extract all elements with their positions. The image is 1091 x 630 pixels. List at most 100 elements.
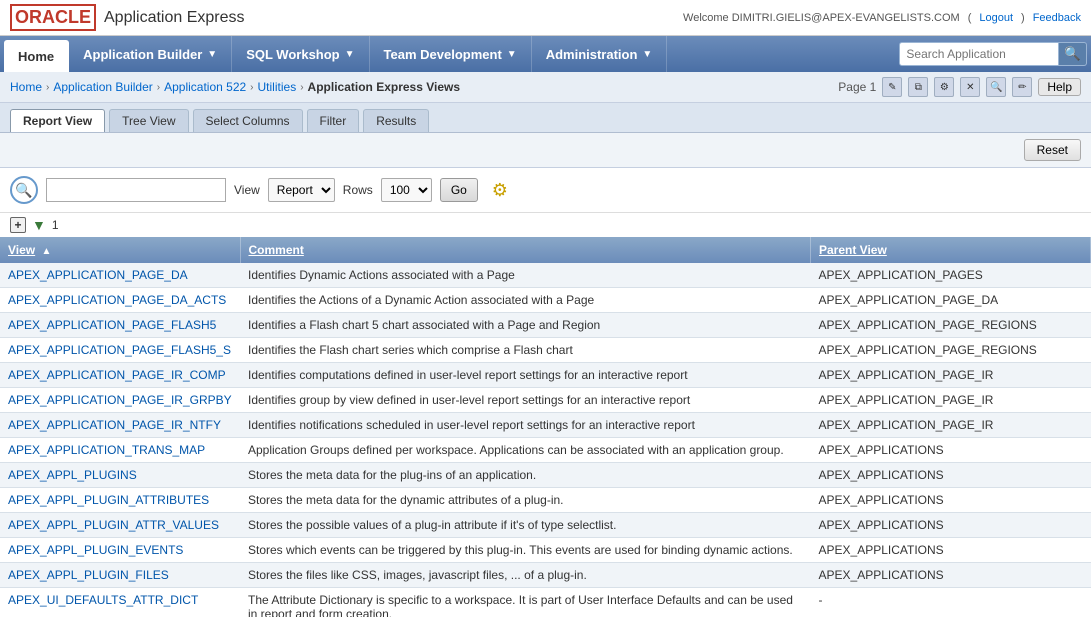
view-link[interactable]: APEX_APPLICATION_PAGE_IR_GRPBY xyxy=(8,393,232,407)
oracle-logo-text: ORACLE xyxy=(15,7,91,28)
breadcrumb-utilities[interactable]: Utilities xyxy=(258,80,297,94)
tab-filter[interactable]: Filter xyxy=(307,109,360,132)
cell-comment: Identifies notifications scheduled in us… xyxy=(240,413,811,438)
logout-link[interactable]: Logout xyxy=(979,12,1013,24)
cell-view: APEX_APPL_PLUGIN_ATTR_VALUES xyxy=(0,513,240,538)
cell-parent-view: APEX_APPLICATION_PAGE_IR xyxy=(811,363,1091,388)
col-header-comment[interactable]: Comment xyxy=(240,237,811,263)
tab-select-columns[interactable]: Select Columns xyxy=(193,109,303,132)
view-link[interactable]: APEX_APPL_PLUGIN_ATTR_VALUES xyxy=(8,518,219,532)
view-link[interactable]: APEX_APPLICATION_PAGE_FLASH5 xyxy=(8,318,216,332)
table-row: APEX_UI_DEFAULTS_ATTR_DICTThe Attribute … xyxy=(0,588,1091,618)
col-sort-comment[interactable]: Comment xyxy=(249,243,304,257)
search-box-wrapper: 🔍 xyxy=(899,36,1087,72)
table-row: APEX_APPLICATION_TRANS_MAPApplication Gr… xyxy=(0,438,1091,463)
rows-select[interactable]: 100 50 25 10 xyxy=(382,179,431,201)
paren-open: ( xyxy=(968,12,972,24)
view-link[interactable]: APEX_APPL_PLUGIN_EVENTS xyxy=(8,543,183,557)
settings-icon[interactable]: ⚙ xyxy=(934,77,954,97)
col-sort-view[interactable]: View xyxy=(8,243,35,257)
help-button[interactable]: Help xyxy=(1038,78,1081,96)
cell-parent-view: APEX_APPLICATIONS xyxy=(811,538,1091,563)
view-link[interactable]: APEX_APPLICATION_PAGE_DA_ACTS xyxy=(8,293,226,307)
gear-icon[interactable]: ⚙ xyxy=(486,176,514,204)
cell-view: APEX_APPL_PLUGIN_EVENTS xyxy=(0,538,240,563)
nav-app-builder[interactable]: Application Builder ▼ xyxy=(69,36,232,72)
nav-team-development[interactable]: Team Development ▼ xyxy=(370,36,532,72)
sort-arrow-icon: ▲ xyxy=(41,246,51,257)
copy-icon[interactable]: ⧉ xyxy=(908,77,928,97)
delete-icon[interactable]: ✕ xyxy=(960,77,980,97)
nav-sql-workshop[interactable]: SQL Workshop ▼ xyxy=(232,36,369,72)
breadcrumb-app-builder[interactable]: Application Builder xyxy=(53,80,152,94)
search-input[interactable] xyxy=(899,42,1059,66)
table-row: APEX_APPL_PLUGIN_ATTRIBUTES Stores the me… xyxy=(0,488,1091,513)
cell-view: APEX_APPLICATION_PAGE_IR_COMP xyxy=(0,363,240,388)
table-row: APEX_APPLICATION_PAGE_DA_ACTSIdentifies … xyxy=(0,288,1091,313)
reset-button[interactable]: Reset xyxy=(1024,139,1081,161)
view-select-wrapper[interactable]: Report Detail xyxy=(268,178,335,202)
cell-view: APEX_APPLICATION_PAGE_FLASH5 xyxy=(0,313,240,338)
breadcrumb-arrow-1: › xyxy=(46,82,49,93)
tab-results[interactable]: Results xyxy=(363,109,429,132)
filter-text-input[interactable] xyxy=(46,178,226,202)
edit-icon[interactable]: ✎ xyxy=(882,77,902,97)
app-express-title: Application Express xyxy=(104,9,245,27)
view-link[interactable]: APEX_UI_DEFAULTS_ATTR_DICT xyxy=(8,593,198,607)
view-link[interactable]: APEX_APPL_PLUGIN_FILES xyxy=(8,568,169,582)
view-link[interactable]: APEX_APPLICATION_PAGE_IR_NTFY xyxy=(8,418,221,432)
view-link[interactable]: APEX_APPLICATION_TRANS_MAP xyxy=(8,443,205,457)
cell-parent-view: APEX_APPLICATION_PAGE_REGIONS xyxy=(811,313,1091,338)
welcome-text: Welcome DIMITRI.GIELIS@APEX-EVANGELISTS.… xyxy=(683,12,960,24)
breadcrumb-right: Page 1 ✎ ⧉ ⚙ ✕ 🔍 ✏ Help xyxy=(838,77,1081,97)
view-link[interactable]: APEX_APPL_PLUGINS xyxy=(8,468,137,482)
cell-comment: Stores which events can be triggered by … xyxy=(240,538,811,563)
view-select[interactable]: Report Detail xyxy=(269,179,334,201)
view-link[interactable]: APEX_APPLICATION_PAGE_IR_COMP xyxy=(8,368,226,382)
tab-report-view[interactable]: Report View xyxy=(10,109,105,132)
table-row: APEX_APPLICATION_PAGE_FLASH5Identifies a… xyxy=(0,313,1091,338)
tab-tree-view[interactable]: Tree View xyxy=(109,109,188,132)
search-button[interactable]: 🔍 xyxy=(1059,42,1087,66)
view-link[interactable]: APEX_APPL_PLUGIN_ATTRIBUTES xyxy=(8,493,209,507)
table-body: APEX_APPLICATION_PAGE_DAIdentifies Dynam… xyxy=(0,263,1091,617)
nav-bar: Home Application Builder ▼ SQL Workshop … xyxy=(0,36,1091,72)
table-container: View ▲ Comment Parent View APEX_APPLICAT… xyxy=(0,237,1091,617)
app-builder-arrow-icon: ▼ xyxy=(207,49,217,60)
cell-comment: Stores the meta data for the dynamic att… xyxy=(240,488,811,513)
feedback-link[interactable]: Feedback xyxy=(1033,12,1081,24)
oracle-logo-box: ORACLE xyxy=(10,4,96,31)
view-link[interactable]: APEX_APPLICATION_PAGE_FLASH5_S xyxy=(8,343,231,357)
view-link[interactable]: APEX_APPLICATION_PAGE_DA xyxy=(8,268,188,282)
cell-parent-view: APEX_APPLICATIONS xyxy=(811,513,1091,538)
nav-administration[interactable]: Administration ▼ xyxy=(532,36,668,72)
col-sort-parent[interactable]: Parent View xyxy=(819,243,887,257)
search-circle-icon: 🔍 xyxy=(10,176,38,204)
nav-home[interactable]: Home xyxy=(4,40,69,72)
rows-select-wrapper[interactable]: 100 50 25 10 xyxy=(381,178,432,202)
cell-view: APEX_APPL_PLUGIN_FILES xyxy=(0,563,240,588)
cell-parent-view: APEX_APPLICATIONS xyxy=(811,438,1091,463)
breadcrumb: Home › Application Builder › Application… xyxy=(0,72,1091,103)
add-filter-button[interactable]: + xyxy=(10,217,26,233)
paren-close: ) xyxy=(1021,12,1025,24)
sql-workshop-arrow-icon: ▼ xyxy=(345,49,355,60)
table-row: APEX_APPL_PLUGIN_ATTR_VALUES Stores the p… xyxy=(0,513,1091,538)
cell-view: APEX_APPLICATION_PAGE_IR_NTFY xyxy=(0,413,240,438)
breadcrumb-home[interactable]: Home xyxy=(10,80,42,94)
go-button[interactable]: Go xyxy=(440,178,478,202)
cell-view: APEX_APPLICATION_PAGE_DA_ACTS xyxy=(0,288,240,313)
breadcrumb-left: Home › Application Builder › Application… xyxy=(10,80,460,94)
cell-comment: Stores the files like CSS, images, javas… xyxy=(240,563,811,588)
col-header-view[interactable]: View ▲ xyxy=(0,237,240,263)
filter-icon: ▼ xyxy=(32,217,46,233)
search-small-icon[interactable]: 🔍 xyxy=(986,77,1006,97)
cell-parent-view: APEX_APPLICATION_PAGES xyxy=(811,263,1091,288)
breadcrumb-app-522[interactable]: Application 522 xyxy=(164,80,246,94)
bookmark-icon[interactable]: ✏ xyxy=(1012,77,1032,97)
table-row: APEX_APPLICATION_PAGE_IR_NTFY Identifies … xyxy=(0,413,1091,438)
cell-view: APEX_APPLICATION_PAGE_DA xyxy=(0,263,240,288)
cell-comment: Stores the possible values of a plug-in … xyxy=(240,513,811,538)
table-row: APEX_APPL_PLUGIN_EVENTS Stores which even… xyxy=(0,538,1091,563)
col-header-parent[interactable]: Parent View xyxy=(811,237,1091,263)
